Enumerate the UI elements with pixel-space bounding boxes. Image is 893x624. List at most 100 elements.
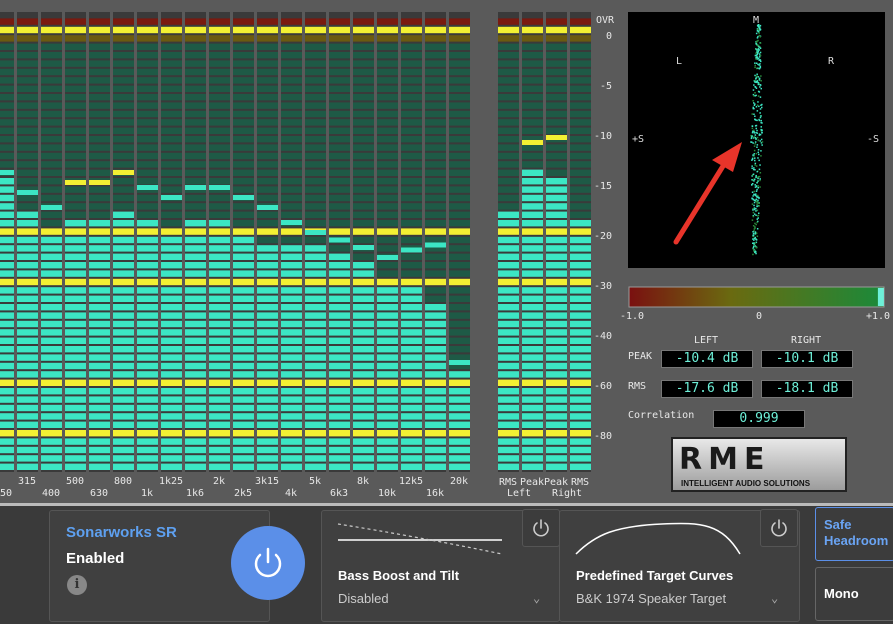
band-16-segment: [353, 278, 374, 286]
band-15-segment: [329, 110, 350, 118]
band-3-segment: [41, 337, 62, 344]
bass-boost-select[interactable]: Disabled: [338, 591, 389, 606]
level-meter-4-segment: [570, 337, 591, 344]
level-meter-2-segment: [522, 102, 543, 109]
band-9-segment: [185, 430, 206, 437]
band-12-segment: [257, 287, 278, 294]
band-2-segment: [17, 312, 38, 319]
level-meter-4-segment: [570, 178, 591, 185]
level-meter-3-segment: [546, 194, 567, 202]
band-17-segment: [377, 463, 398, 470]
band-3-peak-hold: [41, 205, 62, 210]
band-6-segment: [113, 312, 134, 319]
level-meter-1-segment: [498, 287, 519, 294]
safe-headroom-toggle[interactable]: Safe Headroom: [815, 507, 893, 561]
band-18-segment: [401, 94, 422, 101]
level-meter-1-segment: [498, 152, 519, 160]
band-13-segment: [281, 304, 302, 311]
mono-toggle[interactable]: Mono: [815, 567, 893, 621]
correlation-bar: [628, 286, 885, 308]
level-meter-3-segment: [546, 26, 567, 34]
band-8-segment: [161, 421, 182, 428]
band-2-segment: [17, 43, 38, 50]
band-11-segment: [233, 379, 254, 386]
band-4-segment: [65, 463, 86, 470]
band-11-segment: [233, 102, 254, 109]
band-2-segment: [17, 295, 38, 302]
band-4-segment: [65, 287, 86, 294]
info-icon[interactable]: i: [67, 575, 87, 595]
band-6-segment: [113, 43, 134, 50]
bass-power-button[interactable]: [522, 509, 560, 547]
band-6-segment: [113, 320, 134, 328]
band-10-segment: [209, 85, 230, 92]
level-meter-2-segment: [522, 421, 543, 428]
band-9-peak-hold: [185, 185, 206, 190]
band-20-segment: [449, 295, 470, 302]
band-8-segment: [161, 304, 182, 311]
level-meter-2-segment: [522, 438, 543, 445]
band-3-segment: [41, 236, 62, 244]
target-power-button[interactable]: [760, 509, 798, 547]
band-4-segment: [65, 144, 86, 151]
level-meter-2-segment: [522, 463, 543, 470]
band-4-segment: [65, 43, 86, 50]
band-9-segment: [185, 127, 206, 134]
band-17-segment: [377, 220, 398, 227]
band-12-segment: [257, 127, 278, 134]
band-3-segment: [41, 396, 62, 403]
band-7-segment: [137, 312, 158, 319]
level-meter-2-segment: [522, 278, 543, 286]
band-12-segment: [257, 253, 278, 260]
band-10-segment: [209, 52, 230, 59]
band-19-segment: [425, 161, 446, 168]
sonarworks-power-button[interactable]: [231, 526, 305, 600]
band-14-segment: [305, 102, 326, 109]
band-17-segment: [377, 35, 398, 42]
band-4-segment: [65, 337, 86, 344]
band-5-segment: [89, 438, 110, 445]
band-10-segment: [209, 396, 230, 403]
band-4-segment: [65, 228, 86, 235]
band-8-segment: [161, 312, 182, 319]
band-16-segment: [353, 85, 374, 92]
level-meter-2-segment: [522, 161, 543, 168]
band-13-segment: [281, 68, 302, 76]
band-8-segment: [161, 203, 182, 210]
band-4-segment: [65, 379, 86, 386]
band-10-segment: [209, 329, 230, 336]
band-2-segment: [17, 161, 38, 168]
band-1-segment: [0, 77, 14, 84]
band-18-segment: [401, 52, 422, 59]
band-16-segment: [353, 270, 374, 277]
band-label-top: 2k: [213, 476, 225, 487]
band-18-segment: [401, 161, 422, 168]
level-meter-4-segment: [570, 236, 591, 244]
band-7-segment: [137, 211, 158, 218]
chevron-down-icon[interactable]: ⌄: [771, 591, 778, 605]
chevron-down-icon[interactable]: ⌄: [533, 591, 540, 605]
band-17-segment: [377, 161, 398, 168]
level-meter-3-segment: [546, 152, 567, 160]
level-meter-1-segment: [498, 312, 519, 319]
band-14-segment: [305, 253, 326, 260]
band-13-segment: [281, 245, 302, 252]
band-19-segment: [425, 152, 446, 160]
target-curve-select[interactable]: B&K 1974 Speaker Target: [576, 591, 726, 606]
band-15-segment: [329, 77, 350, 84]
band-10-segment: [209, 354, 230, 361]
band-11-segment: [233, 186, 254, 193]
band-18-segment: [401, 446, 422, 454]
level-meter-1-segment: [498, 18, 519, 25]
band-14-segment: [305, 262, 326, 269]
band-4-segment: [65, 312, 86, 319]
level-meter-3-segment: [546, 262, 567, 269]
band-2-segment: [17, 18, 38, 25]
band-19-segment: [425, 421, 446, 428]
band-4-segment: [65, 262, 86, 269]
band-3-segment: [41, 60, 62, 67]
level-meter-3-segment: [546, 455, 567, 462]
band-8-segment: [161, 446, 182, 454]
band-14-segment: [305, 320, 326, 328]
level-meter-1-segment: [498, 60, 519, 67]
